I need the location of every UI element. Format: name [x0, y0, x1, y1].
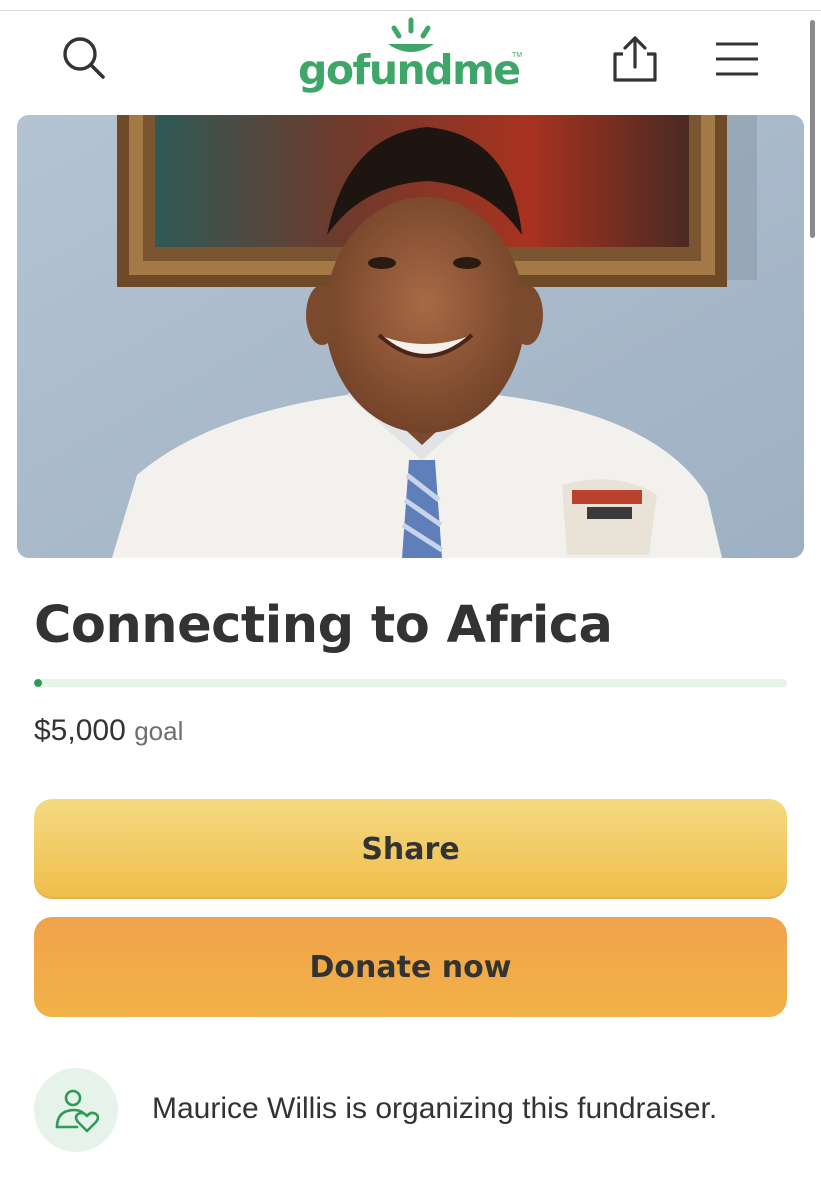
organizer-avatar — [34, 1068, 118, 1152]
logo-text: gofundme — [298, 46, 521, 94]
goal-label: goal — [134, 716, 184, 746]
search-icon — [63, 37, 105, 79]
header: gofundme TM — [0, 14, 821, 110]
progress-bar — [34, 679, 787, 687]
goal-amount: $5,000 — [34, 714, 126, 747]
goal-summary: $5,000 goal — [34, 714, 183, 748]
campaign-title: Connecting to Africa — [34, 596, 613, 655]
share-top-button[interactable] — [600, 30, 670, 88]
top-divider — [0, 10, 821, 11]
logo-trademark: TM — [512, 52, 523, 59]
search-button[interactable] — [52, 30, 116, 86]
organizer-heart-icon — [55, 1089, 99, 1133]
hamburger-menu-icon — [716, 42, 758, 76]
menu-button[interactable] — [702, 32, 772, 86]
share-button[interactable]: Share — [34, 799, 787, 899]
gofundme-logo[interactable]: gofundme TM — [296, 16, 536, 102]
donate-now-button[interactable]: Donate now — [34, 917, 787, 1017]
campaign-hero-image — [17, 115, 804, 558]
progress-fill — [34, 679, 42, 687]
share-upload-icon — [613, 36, 657, 82]
organizer-text: Maurice Willis is organizing this fundra… — [152, 1092, 718, 1125]
